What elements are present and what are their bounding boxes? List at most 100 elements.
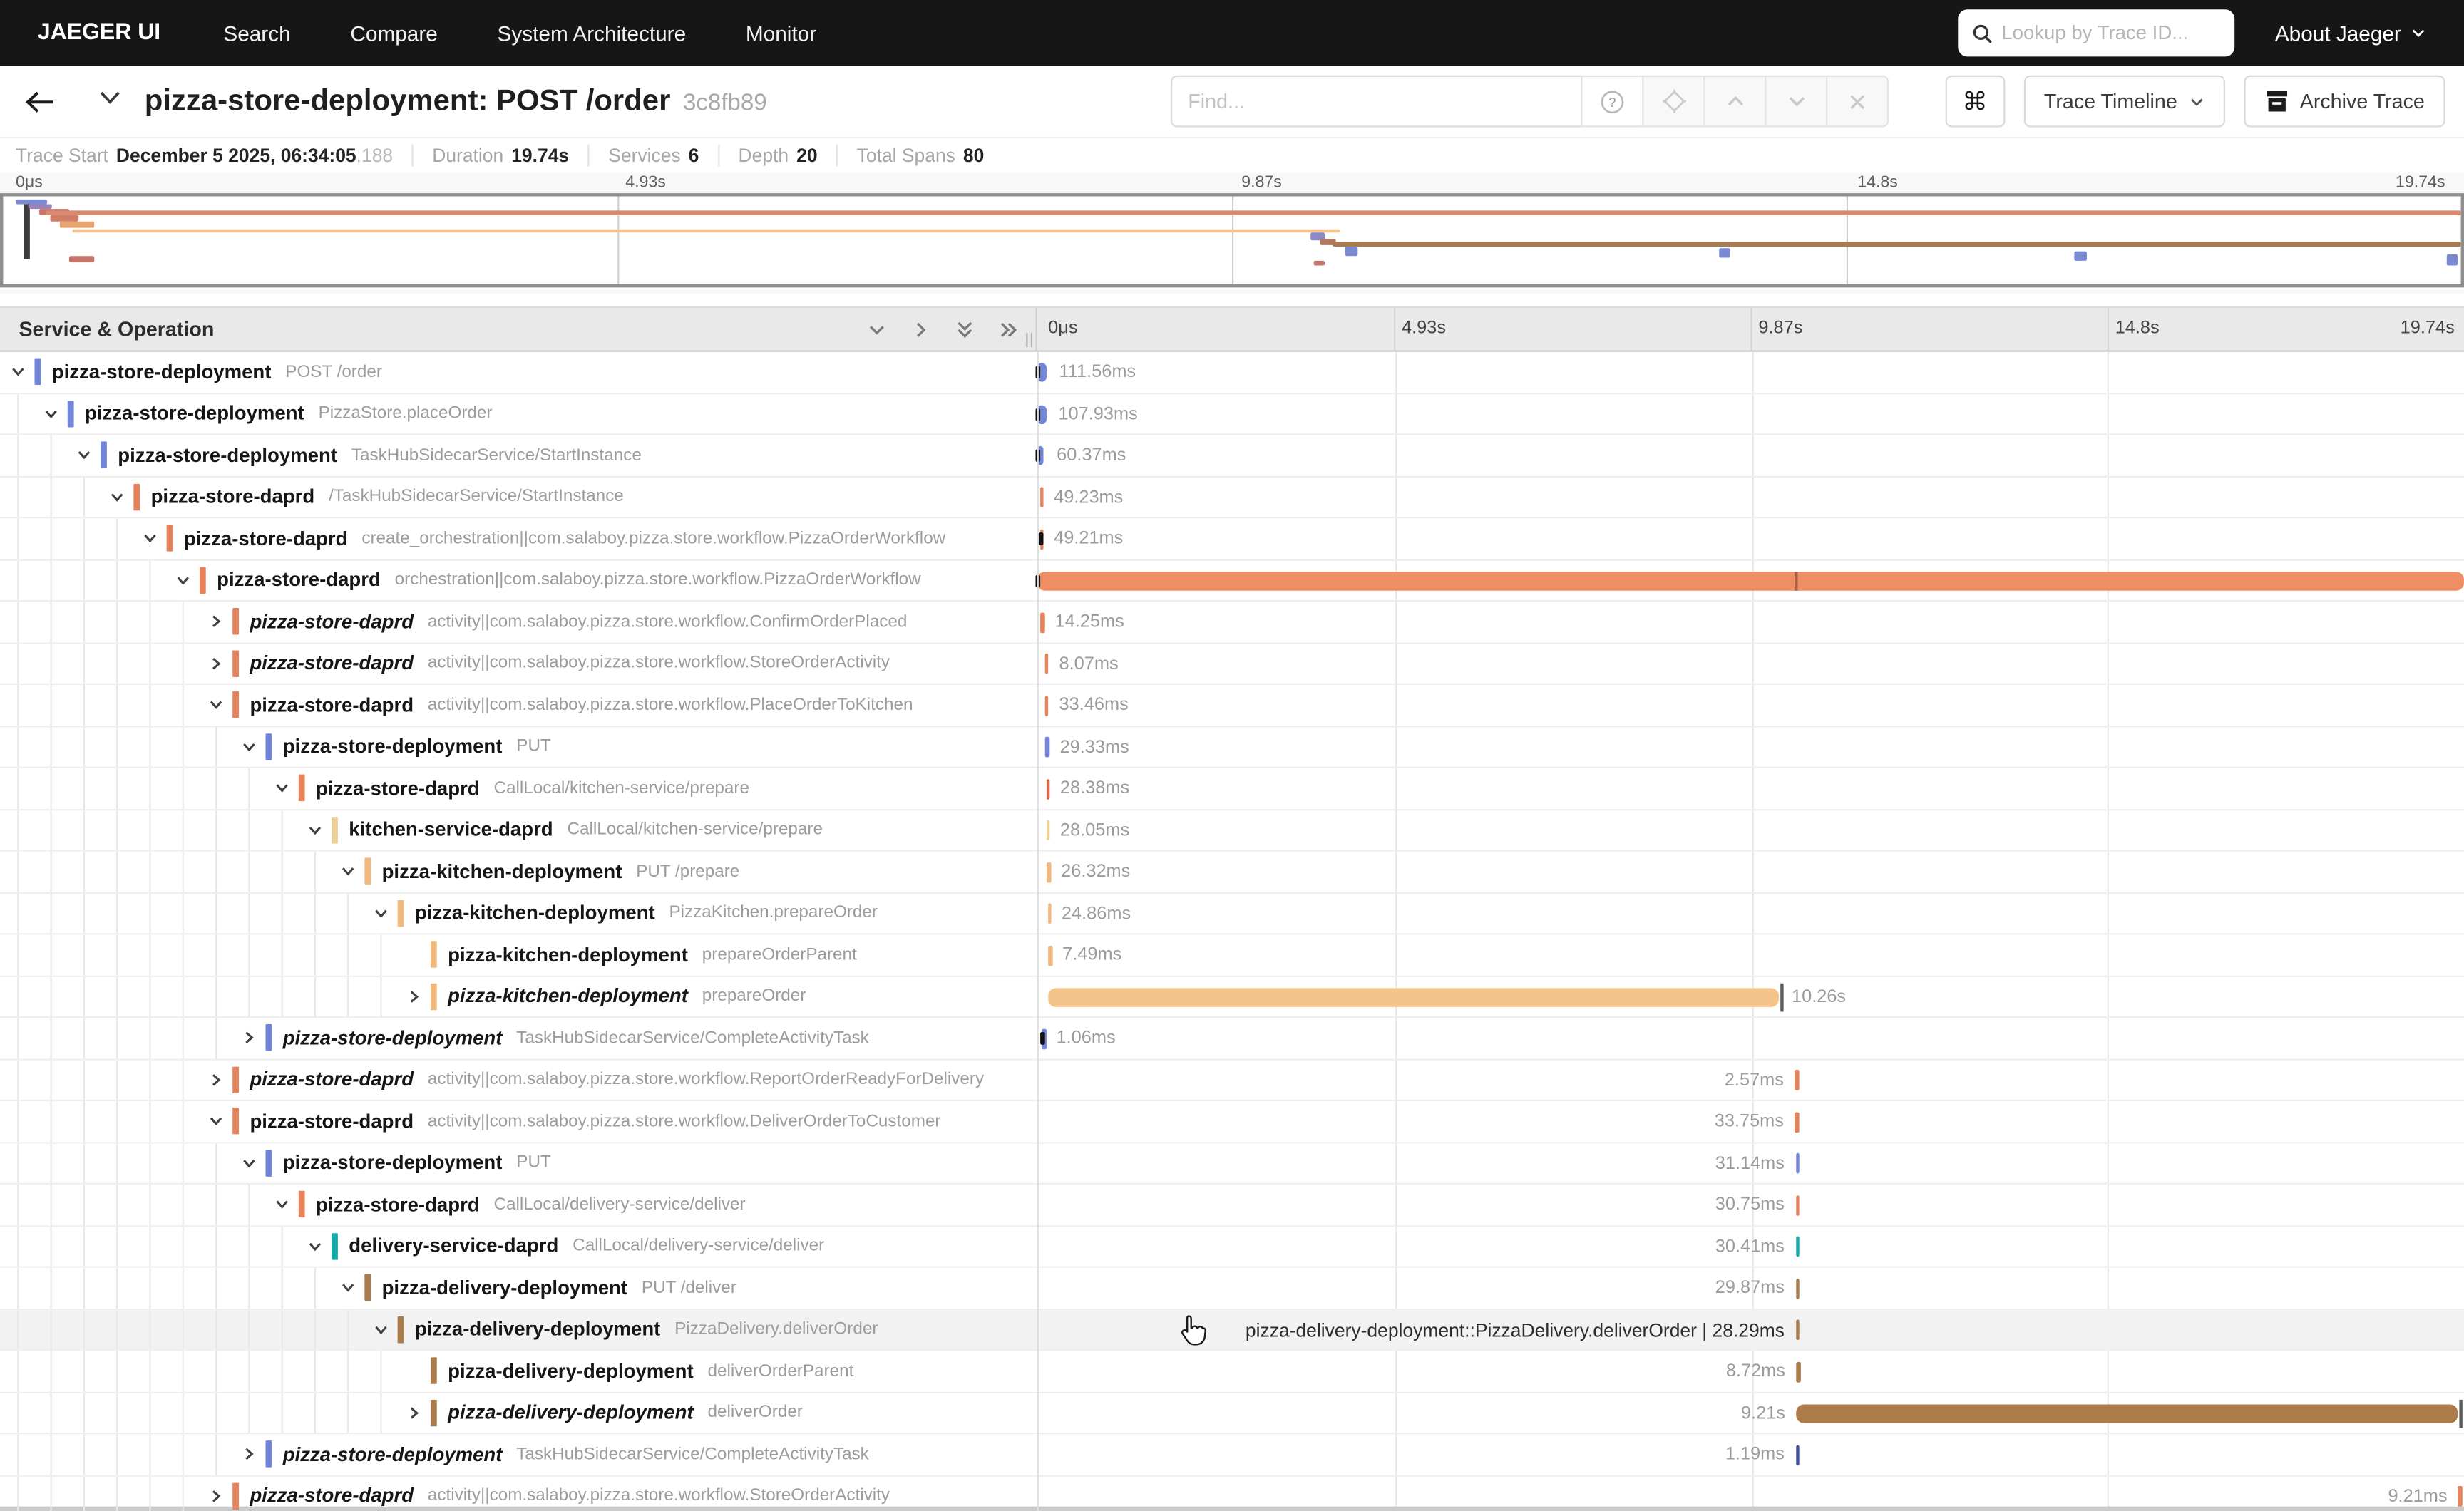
chevron-down-icon[interactable] bbox=[240, 738, 257, 755]
collapse-span-chevron[interactable] bbox=[43, 405, 68, 422]
expand-span-chevron[interactable] bbox=[207, 613, 232, 630]
collapse-span-chevron[interactable] bbox=[339, 1279, 364, 1296]
find-input[interactable] bbox=[1171, 76, 1582, 128]
span-row[interactable]: pizza-store-daprdCallLocal/kitchen-servi… bbox=[0, 768, 2464, 810]
span-row[interactable]: pizza-delivery-deploymentdeliverOrderPar… bbox=[0, 1351, 2464, 1393]
app-brand[interactable]: JAEGER UI bbox=[38, 21, 160, 46]
find-prev-button[interactable] bbox=[1703, 76, 1766, 128]
collapse-span-chevron[interactable] bbox=[240, 738, 265, 755]
span-bar[interactable] bbox=[1045, 654, 1049, 674]
keyboard-shortcuts-button[interactable]: ⌘ bbox=[1945, 76, 2005, 128]
span-bar[interactable] bbox=[1796, 1361, 1800, 1382]
chevron-right-icon[interactable] bbox=[406, 988, 423, 1005]
expand-span-chevron[interactable] bbox=[207, 655, 232, 672]
span-bar[interactable] bbox=[1040, 487, 1044, 507]
collapse-span-chevron[interactable] bbox=[108, 488, 133, 505]
minimap-canvas[interactable] bbox=[0, 193, 2464, 287]
collapse-span-chevron[interactable] bbox=[274, 1196, 299, 1213]
chevron-down-icon[interactable] bbox=[372, 904, 389, 922]
collapse-span-chevron[interactable] bbox=[307, 1237, 332, 1254]
span-row[interactable]: pizza-store-deploymentPizzaStore.placeOr… bbox=[0, 393, 2464, 435]
span-row[interactable]: pizza-store-daprdactivity||com.salaboy.p… bbox=[0, 1060, 2464, 1101]
span-row[interactable]: pizza-store-deploymentPUT31.14ms bbox=[0, 1143, 2464, 1184]
collapse-one-level-button[interactable] bbox=[866, 318, 888, 340]
span-row[interactable]: pizza-kitchen-deploymentprepareOrderPare… bbox=[0, 934, 2464, 976]
chevron-down-icon[interactable] bbox=[274, 780, 291, 797]
span-bar[interactable] bbox=[1795, 1070, 1799, 1090]
nav-item-monitor[interactable]: Monitor bbox=[746, 21, 816, 45]
back-button[interactable] bbox=[0, 66, 78, 137]
span-row[interactable]: pizza-kitchen-deploymentPUT /prepare26.3… bbox=[0, 852, 2464, 893]
span-bar[interactable] bbox=[1046, 778, 1050, 799]
span-row[interactable]: pizza-store-daprdCallLocal/delivery-serv… bbox=[0, 1185, 2464, 1226]
chevron-down-icon[interactable] bbox=[339, 863, 356, 880]
archive-trace-button[interactable]: Archive Trace bbox=[2243, 76, 2445, 128]
expand-span-chevron[interactable] bbox=[207, 1487, 232, 1505]
span-bar[interactable] bbox=[1048, 945, 1052, 966]
span-row[interactable]: pizza-store-daprdactivity||com.salaboy.p… bbox=[0, 602, 2464, 643]
span-row[interactable]: pizza-store-daprdactivity||com.salaboy.p… bbox=[0, 685, 2464, 726]
span-bar[interactable] bbox=[1795, 1195, 1800, 1215]
chevron-down-icon[interactable] bbox=[207, 1113, 225, 1130]
chevron-right-icon[interactable] bbox=[207, 613, 225, 630]
chevron-down-icon[interactable] bbox=[207, 696, 225, 713]
chevron-right-icon[interactable] bbox=[207, 1071, 225, 1088]
find-clear-button[interactable] bbox=[1826, 76, 1889, 128]
chevron-down-icon[interactable] bbox=[339, 1279, 356, 1296]
span-bar[interactable] bbox=[1045, 695, 1049, 716]
chevron-down-icon[interactable] bbox=[43, 405, 60, 422]
collapse-span-chevron[interactable] bbox=[307, 821, 332, 838]
expand-all-button[interactable] bbox=[998, 318, 1020, 340]
span-bar[interactable] bbox=[1047, 903, 1052, 924]
chevron-down-icon[interactable] bbox=[240, 1154, 257, 1171]
span-row[interactable]: pizza-store-daprdcreate_orchestration||c… bbox=[0, 518, 2464, 559]
span-bar[interactable] bbox=[1041, 612, 1045, 632]
span-row[interactable]: pizza-store-deploymentTaskHubSidecarServ… bbox=[0, 1434, 2464, 1475]
nav-item-system-architecture[interactable]: System Architecture bbox=[498, 21, 687, 45]
span-bar[interactable] bbox=[1795, 1278, 1800, 1299]
collapse-span-chevron[interactable] bbox=[274, 780, 299, 797]
expand-span-chevron[interactable] bbox=[207, 1071, 232, 1088]
collapse-span-chevron[interactable] bbox=[76, 447, 101, 464]
span-bar[interactable] bbox=[1795, 1111, 1799, 1132]
nav-item-compare[interactable]: Compare bbox=[350, 21, 437, 45]
span-row[interactable]: delivery-service-daprdCallLocal/delivery… bbox=[0, 1226, 2464, 1267]
find-help-button[interactable]: ? bbox=[1581, 76, 1643, 128]
span-row[interactable]: pizza-kitchen-deploymentPizzaKitchen.pre… bbox=[0, 893, 2464, 934]
span-row[interactable]: pizza-store-deploymentPOST /order111.56m… bbox=[0, 352, 2464, 393]
collapse-span-chevron[interactable] bbox=[207, 696, 232, 713]
chevron-right-icon[interactable] bbox=[240, 1445, 257, 1463]
span-bar[interactable] bbox=[1796, 1404, 2458, 1422]
span-row[interactable]: pizza-store-daprd/TaskHubSidecarService/… bbox=[0, 477, 2464, 518]
expand-span-chevron[interactable] bbox=[406, 988, 431, 1005]
expand-span-chevron[interactable] bbox=[406, 1404, 431, 1421]
span-bar[interactable] bbox=[2458, 1486, 2463, 1507]
collapse-span-chevron[interactable] bbox=[207, 1113, 232, 1130]
span-bar[interactable] bbox=[1795, 1237, 1800, 1257]
trace-lookup-box[interactable] bbox=[1958, 9, 2234, 56]
chevron-right-icon[interactable] bbox=[207, 655, 225, 672]
span-bar[interactable] bbox=[1795, 1153, 1800, 1174]
collapse-span-chevron[interactable] bbox=[9, 363, 34, 381]
expand-span-chevron[interactable] bbox=[240, 1445, 265, 1463]
span-row[interactable]: kitchen-service-daprdCallLocal/kitchen-s… bbox=[0, 810, 2464, 851]
collapse-span-chevron[interactable] bbox=[372, 904, 397, 922]
column-resizer-grip[interactable] bbox=[1026, 333, 1032, 347]
span-row[interactable]: pizza-store-daprdactivity||com.salaboy.p… bbox=[0, 1476, 2464, 1511]
span-row[interactable]: pizza-kitchen-deploymentprepareOrder10.2… bbox=[0, 976, 2464, 1018]
span-bar[interactable] bbox=[1795, 1445, 1800, 1465]
span-row[interactable]: pizza-store-daprdactivity||com.salaboy.p… bbox=[0, 644, 2464, 685]
span-row[interactable]: pizza-store-daprdorchestration||com.sala… bbox=[0, 560, 2464, 602]
span-bar[interactable] bbox=[1047, 862, 1051, 882]
chevron-right-icon[interactable] bbox=[207, 1487, 225, 1505]
span-row[interactable]: pizza-store-deploymentTaskHubSidecarServ… bbox=[0, 435, 2464, 477]
about-jaeger-menu[interactable]: About Jaeger bbox=[2275, 21, 2426, 45]
chevron-down-icon[interactable] bbox=[175, 572, 192, 589]
chevron-down-icon[interactable] bbox=[274, 1196, 291, 1213]
trace-lookup-input[interactable] bbox=[2001, 22, 2219, 44]
expand-one-level-button[interactable] bbox=[910, 318, 932, 340]
chevron-right-icon[interactable] bbox=[406, 1404, 423, 1421]
chevron-down-icon[interactable] bbox=[372, 1321, 389, 1338]
span-row[interactable]: pizza-delivery-deploymentPizzaDelivery.d… bbox=[0, 1309, 2464, 1351]
collapse-span-chevron[interactable] bbox=[240, 1154, 265, 1171]
